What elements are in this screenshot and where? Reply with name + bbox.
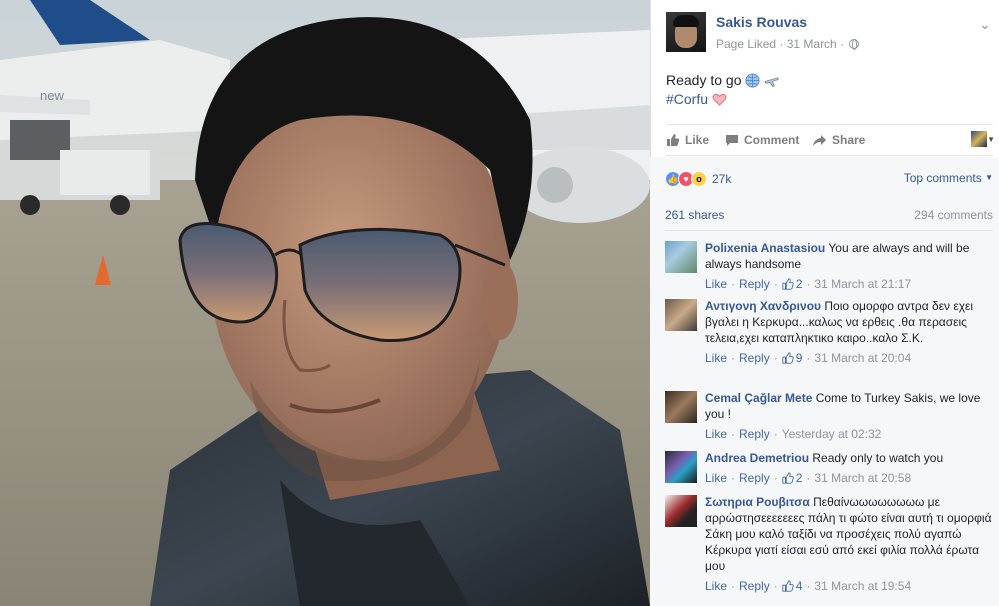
top-comments-label: Top comments xyxy=(903,171,982,185)
actor-selector-avatar[interactable] xyxy=(971,131,987,147)
comment-timestamp[interactable]: Yesterday at 02:32 xyxy=(782,426,882,442)
heart-emoji-icon xyxy=(712,93,727,106)
thumbs-up-icon xyxy=(667,134,680,146)
comments-count[interactable]: 294 comments xyxy=(914,208,993,222)
caret-down-icon: ▼ xyxy=(985,173,993,182)
comment-timestamp[interactable]: 31 March at 20:58 xyxy=(814,470,911,486)
comment-likes-count[interactable]: 2 xyxy=(796,276,803,292)
post-photo[interactable]: new xyxy=(0,0,650,606)
comment-reply-link[interactable]: Reply xyxy=(739,470,770,486)
post-text: Ready to go #Corfu xyxy=(666,71,779,109)
comment-label: Comment xyxy=(744,133,800,147)
post-meta: Page Liked · 31 March · xyxy=(716,37,860,51)
comment-meta: Like · Reply · 4 · 31 March at 19:54 xyxy=(705,578,912,594)
page-name-link[interactable]: Sakis Rouvas xyxy=(716,14,807,30)
share-icon xyxy=(813,134,826,146)
thumbs-up-icon xyxy=(782,472,794,484)
globe-emoji-icon xyxy=(745,73,760,88)
comment-likes-count[interactable]: 9 xyxy=(796,350,803,366)
comment-timestamp[interactable]: 31 March at 20:04 xyxy=(814,350,911,366)
comment-like-link[interactable]: Like xyxy=(705,276,727,292)
globe-icon xyxy=(849,39,860,50)
share-button[interactable]: Share xyxy=(812,133,865,147)
wow-reaction-icon: o xyxy=(691,171,707,187)
comment-reply-link[interactable]: Reply xyxy=(739,426,770,442)
comment-like-link[interactable]: Like xyxy=(705,350,727,366)
comment-icon xyxy=(726,134,738,146)
comment-likes-count[interactable]: 4 xyxy=(796,578,803,594)
reactions-summary[interactable]: 👍 ♥ o 27k xyxy=(665,171,731,187)
svg-text:new: new xyxy=(40,88,64,103)
comment-meta: Like · Reply · 9 · 31 March at 20:04 xyxy=(705,350,912,366)
page-avatar[interactable] xyxy=(666,12,706,52)
comment-author-link[interactable]: Cemal Çağlar Mete xyxy=(705,391,812,405)
comment-reply-link[interactable]: Reply xyxy=(739,350,770,366)
comment-like-link[interactable]: Like xyxy=(705,426,727,442)
divider xyxy=(665,230,993,231)
selfie-airport-image: new xyxy=(0,0,650,606)
shares-count[interactable]: 261 shares xyxy=(665,208,724,222)
post-actions-bar: Like Comment Share ▼ xyxy=(666,124,995,156)
hashtag-link[interactable]: #Corfu xyxy=(666,91,708,107)
comment-timestamp[interactable]: 31 March at 19:54 xyxy=(814,578,911,594)
commenter-avatar[interactable] xyxy=(665,391,697,423)
comment-like-link[interactable]: Like xyxy=(705,470,727,486)
thumbs-up-icon xyxy=(782,352,794,364)
commenter-avatar[interactable] xyxy=(665,299,697,331)
commenter-avatar[interactable] xyxy=(665,451,697,483)
comment-like-link[interactable]: Like xyxy=(705,578,727,594)
thumbs-up-icon xyxy=(782,580,794,592)
share-label: Share xyxy=(832,133,866,147)
like-label: Like xyxy=(685,133,710,147)
commenter-avatar[interactable] xyxy=(665,241,697,273)
caret-down-icon[interactable]: ▼ xyxy=(987,135,995,144)
comment-meta: Like · Reply · 2 · 31 March at 20:58 xyxy=(705,470,912,486)
post-text-line: Ready to go xyxy=(666,72,742,88)
comment-reply-link[interactable]: Reply xyxy=(739,276,770,292)
airplane-emoji-icon xyxy=(764,77,779,87)
comment-meta: Like · Reply · 2 · 31 March at 21:17 xyxy=(705,276,912,292)
comment-author-link[interactable]: Αντιγονη Χανδρινου xyxy=(705,299,821,313)
comment-meta: Like · Reply · Yesterday at 02:32 xyxy=(705,426,882,442)
feedback-section: 👍 ♥ o 27k Top comments ▼ 261 shares 294 … xyxy=(650,157,999,606)
commenter-avatar[interactable] xyxy=(665,495,697,527)
chevron-down-icon[interactable]: ⌄ xyxy=(979,17,991,31)
post-header: Sakis Rouvas Page Liked · 31 March · ⌄ xyxy=(666,12,991,56)
comment-author-link[interactable]: Σωτηρια Ρουβιτσα xyxy=(705,495,810,509)
comment-timestamp[interactable]: 31 March at 21:17 xyxy=(814,276,911,292)
comment-reply-link[interactable]: Reply xyxy=(739,578,770,594)
top-comments-dropdown[interactable]: Top comments ▼ xyxy=(904,171,993,185)
comment-text: Ready only to watch you xyxy=(812,451,944,465)
comment-author-link[interactable]: Andrea Demetriou xyxy=(705,451,809,465)
reaction-count[interactable]: 27k xyxy=(712,172,731,186)
post-meta-text: Page Liked · 31 March · xyxy=(716,37,845,51)
comment-author-link[interactable]: Polixenia Anastasiou xyxy=(705,241,825,255)
thumbs-up-icon xyxy=(782,278,794,290)
comment-likes-count[interactable]: 2 xyxy=(796,470,803,486)
like-button[interactable]: Like xyxy=(666,133,709,147)
